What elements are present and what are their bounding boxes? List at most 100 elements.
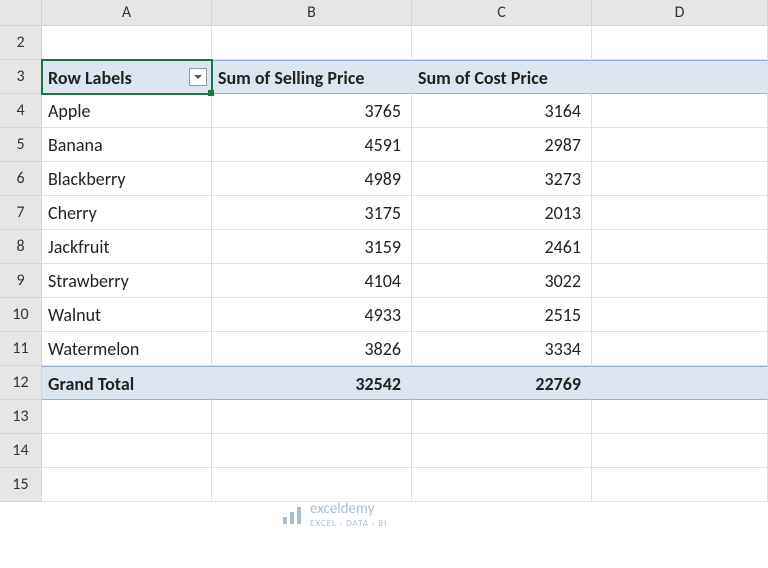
cell-D4[interactable] bbox=[592, 94, 768, 128]
row-header-15[interactable]: 15 bbox=[0, 468, 42, 502]
pivot-row-label: Walnut bbox=[48, 304, 101, 326]
row-header-2[interactable]: 2 bbox=[0, 26, 42, 60]
cell-B5[interactable]: 4591 bbox=[212, 128, 412, 162]
cell-A5[interactable]: Banana bbox=[42, 128, 212, 162]
cell-D12[interactable] bbox=[592, 366, 768, 400]
row-header-9[interactable]: 9 bbox=[0, 264, 42, 298]
cell-C4[interactable]: 3164 bbox=[412, 94, 592, 128]
pivot-col2-header: Sum of Cost Price bbox=[418, 67, 548, 89]
pivot-row-cost: 3273 bbox=[545, 168, 582, 190]
cell-A13[interactable] bbox=[42, 400, 212, 434]
cell-C15[interactable] bbox=[412, 468, 592, 502]
watermark-brand: exceldemy bbox=[310, 500, 374, 518]
cell-A3[interactable]: Row Labels bbox=[42, 60, 212, 94]
pivot-total-label: Grand Total bbox=[48, 373, 134, 395]
pivot-row-selling: 3159 bbox=[365, 236, 402, 258]
pivot-row-label: Apple bbox=[48, 100, 90, 122]
cell-A9[interactable]: Strawberry bbox=[42, 264, 212, 298]
row-header-3[interactable]: 3 bbox=[0, 60, 42, 94]
cell-C5[interactable]: 2987 bbox=[412, 128, 592, 162]
cell-B9[interactable]: 4104 bbox=[212, 264, 412, 298]
cell-D9[interactable] bbox=[592, 264, 768, 298]
col-header-A[interactable]: A bbox=[42, 0, 212, 26]
cell-A4[interactable]: Apple bbox=[42, 94, 212, 128]
cell-A12[interactable]: Grand Total bbox=[42, 366, 212, 400]
cell-A10[interactable]: Walnut bbox=[42, 298, 212, 332]
cell-A15[interactable] bbox=[42, 468, 212, 502]
pivot-row-label: Cherry bbox=[48, 202, 97, 224]
cell-B8[interactable]: 3159 bbox=[212, 230, 412, 264]
cell-C7[interactable]: 2013 bbox=[412, 196, 592, 230]
cell-C11[interactable]: 3334 bbox=[412, 332, 592, 366]
cell-A11[interactable]: Watermelon bbox=[42, 332, 212, 366]
row-header-6[interactable]: 6 bbox=[0, 162, 42, 196]
pivot-row-selling: 3826 bbox=[365, 338, 402, 360]
pivot-row-cost: 3164 bbox=[545, 100, 582, 122]
cell-B15[interactable] bbox=[212, 468, 412, 502]
cell-B3[interactable]: Sum of Selling Price bbox=[212, 60, 412, 94]
pivot-row-selling: 4591 bbox=[365, 134, 402, 156]
cell-A6[interactable]: Blackberry bbox=[42, 162, 212, 196]
cell-B10[interactable]: 4933 bbox=[212, 298, 412, 332]
cell-B11[interactable]: 3826 bbox=[212, 332, 412, 366]
pivot-row-cost: 3022 bbox=[545, 270, 582, 292]
pivot-total-selling: 32542 bbox=[355, 373, 401, 395]
pivot-rowlabels-header: Row Labels bbox=[48, 67, 132, 89]
pivot-row-cost: 2515 bbox=[545, 304, 582, 326]
col-header-B[interactable]: B bbox=[212, 0, 412, 26]
cell-C6[interactable]: 3273 bbox=[412, 162, 592, 196]
cell-A14[interactable] bbox=[42, 434, 212, 468]
row-header-7[interactable]: 7 bbox=[0, 196, 42, 230]
cell-C9[interactable]: 3022 bbox=[412, 264, 592, 298]
cell-A8[interactable]: Jackfruit bbox=[42, 230, 212, 264]
cell-A2[interactable] bbox=[42, 26, 212, 60]
watermark-logo: exceldemy EXCEL · DATA · BI bbox=[280, 500, 387, 529]
filter-dropdown-button[interactable] bbox=[189, 68, 207, 86]
row-header-13[interactable]: 13 bbox=[0, 400, 42, 434]
cell-C14[interactable] bbox=[412, 434, 592, 468]
cell-B12[interactable]: 32542 bbox=[212, 366, 412, 400]
cell-D6[interactable] bbox=[592, 162, 768, 196]
row-header-8[interactable]: 8 bbox=[0, 230, 42, 264]
cell-C2[interactable] bbox=[412, 26, 592, 60]
cell-D13[interactable] bbox=[592, 400, 768, 434]
pivot-total-cost: 22769 bbox=[535, 373, 581, 395]
row-header-12[interactable]: 12 bbox=[0, 366, 42, 400]
pivot-row-selling: 4989 bbox=[365, 168, 402, 190]
cell-C13[interactable] bbox=[412, 400, 592, 434]
cell-D3[interactable] bbox=[592, 60, 768, 94]
pivot-row-cost: 2461 bbox=[545, 236, 582, 258]
cell-D7[interactable] bbox=[592, 196, 768, 230]
row-header-5[interactable]: 5 bbox=[0, 128, 42, 162]
cell-D14[interactable] bbox=[592, 434, 768, 468]
row-header-4[interactable]: 4 bbox=[0, 94, 42, 128]
cell-D2[interactable] bbox=[592, 26, 768, 60]
cell-D8[interactable] bbox=[592, 230, 768, 264]
cell-C10[interactable]: 2515 bbox=[412, 298, 592, 332]
pivot-row-cost: 2013 bbox=[545, 202, 582, 224]
pivot-row-selling: 4933 bbox=[365, 304, 402, 326]
row-header-14[interactable]: 14 bbox=[0, 434, 42, 468]
col-header-D[interactable]: D bbox=[592, 0, 768, 26]
cell-C12[interactable]: 22769 bbox=[412, 366, 592, 400]
cell-D15[interactable] bbox=[592, 468, 768, 502]
col-header-C[interactable]: C bbox=[412, 0, 592, 26]
pivot-row-label: Blackberry bbox=[48, 168, 126, 190]
cell-D11[interactable] bbox=[592, 332, 768, 366]
row-header-11[interactable]: 11 bbox=[0, 332, 42, 366]
cell-B2[interactable] bbox=[212, 26, 412, 60]
cell-C3[interactable]: Sum of Cost Price bbox=[412, 60, 592, 94]
pivot-row-label: Banana bbox=[48, 134, 103, 156]
cell-C8[interactable]: 2461 bbox=[412, 230, 592, 264]
cell-D10[interactable] bbox=[592, 298, 768, 332]
cell-B4[interactable]: 3765 bbox=[212, 94, 412, 128]
select-all-corner[interactable] bbox=[0, 0, 42, 26]
cell-B13[interactable] bbox=[212, 400, 412, 434]
cell-D5[interactable] bbox=[592, 128, 768, 162]
cell-B6[interactable]: 4989 bbox=[212, 162, 412, 196]
cell-A7[interactable]: Cherry bbox=[42, 196, 212, 230]
pivot-row-cost: 2987 bbox=[545, 134, 582, 156]
cell-B14[interactable] bbox=[212, 434, 412, 468]
cell-B7[interactable]: 3175 bbox=[212, 196, 412, 230]
row-header-10[interactable]: 10 bbox=[0, 298, 42, 332]
